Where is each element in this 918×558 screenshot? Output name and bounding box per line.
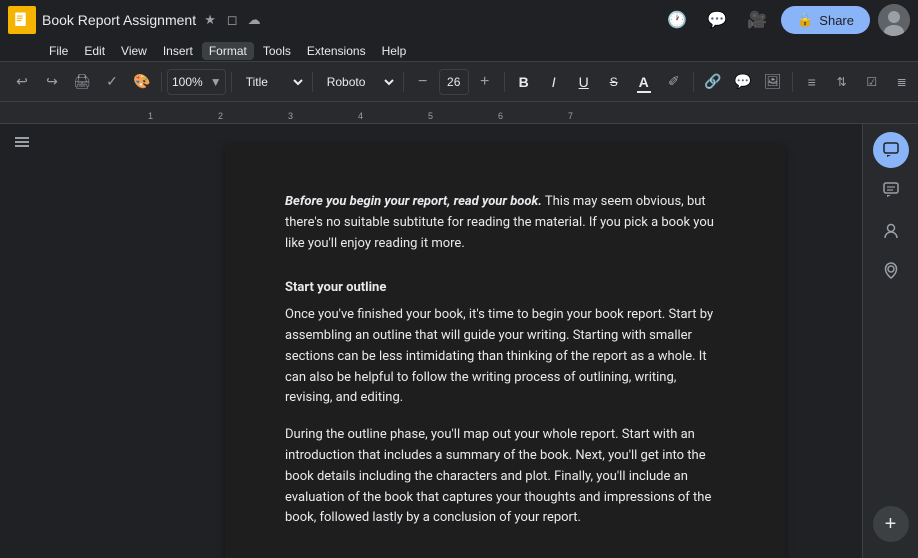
- cloud-icon[interactable]: ☁: [246, 12, 262, 28]
- header-right: 🕐 💬 🎥 🔒 Share: [661, 4, 910, 36]
- strikethrough-button[interactable]: S: [600, 68, 628, 96]
- doc-title-row: Book Report Assignment ★ ◻ ☁: [42, 12, 655, 28]
- add-panel-button[interactable]: +: [873, 506, 909, 542]
- maps-panel-button[interactable]: [873, 252, 909, 288]
- image-button[interactable]: 🖼: [759, 68, 787, 96]
- paragraph-2: Start your outline Once you've finished …: [285, 278, 725, 409]
- title-bar: Book Report Assignment ★ ◻ ☁ 🕐 💬 🎥 🔒 Sha…: [0, 0, 918, 40]
- doc-title-area: Book Report Assignment ★ ◻ ☁: [42, 12, 655, 29]
- undo-button[interactable]: ↩: [8, 68, 36, 96]
- menu-item-edit[interactable]: Edit: [77, 42, 112, 60]
- paint-format-button[interactable]: 🎨: [128, 68, 156, 96]
- text-color-button[interactable]: A: [630, 68, 658, 96]
- ruler-tick-6: 6: [498, 111, 503, 121]
- star-icon[interactable]: ★: [202, 12, 218, 28]
- divider-4: [403, 72, 404, 92]
- menu-item-format[interactable]: Format: [202, 42, 254, 60]
- divider-5: [504, 72, 505, 92]
- italic-button[interactable]: I: [540, 68, 568, 96]
- divider-7: [792, 72, 793, 92]
- font-size-value: 26: [440, 75, 468, 89]
- zoom-control[interactable]: 100% ▼: [167, 69, 226, 95]
- underline-button[interactable]: U: [570, 68, 598, 96]
- font-size-increase-button[interactable]: +: [471, 68, 499, 96]
- chat-button[interactable]: 💬: [701, 4, 733, 36]
- lock-icon: 🔒: [797, 12, 813, 28]
- app-icon[interactable]: [8, 6, 36, 34]
- checklist-button[interactable]: ☑: [858, 68, 886, 96]
- drive-icon[interactable]: ◻: [224, 12, 240, 28]
- left-panel: [0, 124, 148, 558]
- paragraph-1: Before you begin your report, read your …: [285, 192, 725, 254]
- zoom-dropdown-icon[interactable]: ▼: [207, 69, 225, 95]
- print-button[interactable]: 🖨: [68, 68, 96, 96]
- ruler-tick-4: 4: [358, 111, 363, 121]
- comment-button[interactable]: 💬: [729, 68, 757, 96]
- list-button[interactable]: ≣: [888, 68, 916, 96]
- ruler: 1 2 3 4 5 6 7: [0, 102, 918, 124]
- font-family-select[interactable]: Roboto Arial Times New Roman: [318, 69, 398, 95]
- divider-3: [312, 72, 313, 92]
- comments-panel-button[interactable]: [873, 172, 909, 208]
- bold-button[interactable]: B: [510, 68, 538, 96]
- section-title-outline: Start your outline: [285, 278, 725, 299]
- menu-item-insert[interactable]: Insert: [156, 42, 200, 60]
- sidebar-toggle[interactable]: [8, 128, 36, 156]
- ruler-tick-1: 1: [148, 111, 153, 121]
- chat-panel-button[interactable]: [873, 132, 909, 168]
- paragraph-1-bold-italic: Before you begin your report, read your …: [285, 194, 542, 209]
- paragraph-2-body: Once you've finished your book, it's tim…: [285, 305, 725, 409]
- menu-item-tools[interactable]: Tools: [256, 42, 298, 60]
- divider-1: [161, 72, 162, 92]
- avatar[interactable]: [878, 4, 910, 36]
- doc-title[interactable]: Book Report Assignment: [42, 12, 196, 28]
- people-panel-button[interactable]: [873, 212, 909, 248]
- ruler-tick-7: 7: [568, 111, 573, 121]
- spell-check-button[interactable]: ✓: [98, 68, 126, 96]
- menu-item-help[interactable]: Help: [375, 42, 414, 60]
- font-size-decrease-button[interactable]: −: [409, 68, 437, 96]
- paragraph-style-select[interactable]: Title Heading 1 Normal: [237, 69, 307, 95]
- menu-item-file[interactable]: File: [42, 42, 75, 60]
- menu-bar-row: (function() { const d = JSON.parse(docum…: [0, 40, 918, 62]
- line-spacing-button[interactable]: ⇅: [828, 68, 856, 96]
- main-area: Before you begin your report, read your …: [0, 124, 918, 558]
- divider-2: [231, 72, 232, 92]
- link-button[interactable]: 🔗: [699, 68, 727, 96]
- zoom-value: 100%: [168, 75, 207, 89]
- divider-6: [693, 72, 694, 92]
- highlight-button[interactable]: ✐: [660, 68, 688, 96]
- paragraph-1-text: Before you begin your report, read your …: [285, 192, 725, 254]
- document-page[interactable]: Before you begin your report, read your …: [225, 144, 785, 558]
- align-button[interactable]: ≡: [798, 68, 826, 96]
- share-label: Share: [819, 13, 854, 28]
- redo-button[interactable]: ↪: [38, 68, 66, 96]
- menu-item-view[interactable]: View: [114, 42, 154, 60]
- font-size-control[interactable]: 26: [439, 69, 469, 95]
- toolbar: ↩ ↪ 🖨 ✓ 🎨 100% ▼ Title Heading 1 Normal …: [0, 62, 918, 102]
- ruler-tick-5: 5: [428, 111, 433, 121]
- paragraph-3-body: During the outline phase, you'll map out…: [285, 425, 725, 529]
- ruler-tick-2: 2: [218, 111, 223, 121]
- video-button[interactable]: 🎥: [741, 4, 773, 36]
- history-button[interactable]: 🕐: [661, 4, 693, 36]
- right-sidebar: +: [862, 124, 918, 558]
- paragraph-3: During the outline phase, you'll map out…: [285, 425, 725, 529]
- page-container[interactable]: Before you begin your report, read your …: [148, 124, 862, 558]
- menu-item-extensions[interactable]: Extensions: [300, 42, 373, 60]
- ruler-tick-3: 3: [288, 111, 293, 121]
- share-button[interactable]: 🔒 Share: [781, 6, 870, 34]
